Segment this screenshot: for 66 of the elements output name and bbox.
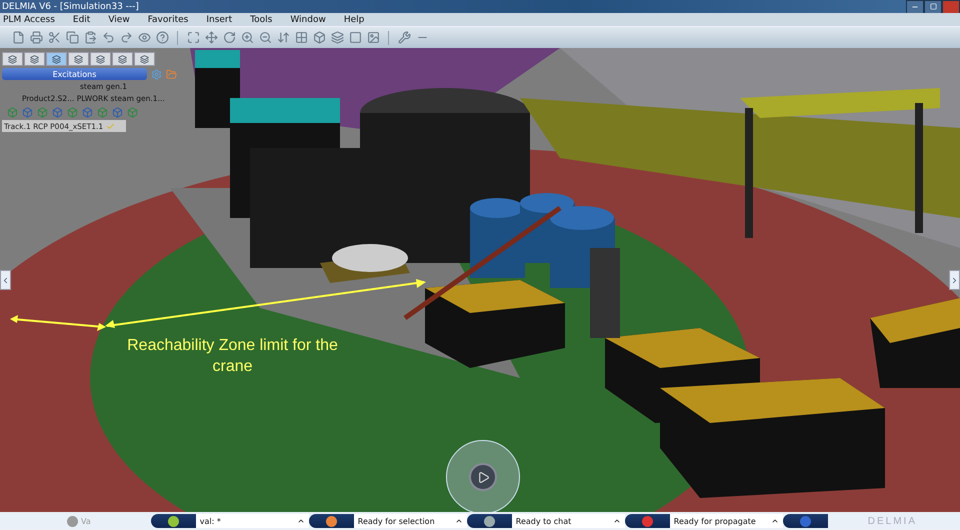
status-text: Va [81,516,91,526]
wrench-icon[interactable] [396,30,412,46]
menu-item[interactable]: PLM Access [3,14,55,24]
layers-icon[interactable] [329,30,345,46]
annotation-label: Reachability Zone limit for the crane [126,336,339,377]
printer-icon[interactable] [28,30,44,46]
panel-tab[interactable] [112,52,133,66]
window-title: DELMIA V6 - [Simulation33 ---] [2,2,139,12]
layers-icon [96,54,105,64]
panel-tab[interactable] [46,52,67,66]
panel-tab[interactable] [90,52,111,66]
status-field[interactable]: Ready to chat [512,514,625,528]
caret-icon [770,517,779,525]
copy-icon[interactable] [64,30,80,46]
layers-icon [74,54,83,64]
layers-icon [118,54,127,64]
status-field[interactable]: Ready for selection [354,514,467,528]
layers-icon [8,54,17,64]
zoom-in-icon[interactable] [239,30,255,46]
menu-item[interactable]: Window [290,14,326,24]
panel-tab[interactable] [134,52,155,66]
status-pill[interactable] [150,514,196,528]
status-field[interactable]: val: * [196,514,309,528]
menu-item[interactable]: View [108,14,130,24]
panel-tab[interactable] [2,52,23,66]
layers-icon [140,54,149,64]
chevron-right-icon [950,276,959,284]
menu-item[interactable]: Favorites [148,14,188,24]
brand-logo: DELMIA [868,516,917,526]
panel-header[interactable]: Excitations [2,68,147,80]
status-pill[interactable] [782,514,828,528]
status-pill[interactable] [466,514,512,528]
help-icon[interactable] [154,30,170,46]
restore-button[interactable] [924,0,942,14]
arrows-icon[interactable] [275,30,291,46]
square-icon[interactable] [347,30,363,46]
layers-icon [30,54,39,64]
status-pill[interactable] [308,514,354,528]
menu-item[interactable]: Tools [250,14,272,24]
check-icon [106,122,116,130]
panel-tab[interactable] [68,52,89,66]
grid-icon[interactable] [293,30,309,46]
image-icon[interactable] [365,30,381,46]
right-arrow-button[interactable] [949,270,960,290]
restore-icon [930,3,936,10]
fit-all-icon[interactable] [185,30,201,46]
close-button[interactable] [942,0,960,14]
minimize-button[interactable] [906,0,924,14]
status-field[interactable]: Ready for propagate [670,514,783,528]
caret-icon [612,517,621,525]
caret-icon [454,517,463,525]
menu-item[interactable]: Edit [72,14,90,24]
play-icon [476,470,490,484]
menu-item[interactable]: Help [344,14,364,24]
layers-icon [52,54,61,64]
scissors-icon[interactable] [46,30,62,46]
cube-icon[interactable] [311,30,327,46]
chevron-left-icon [1,276,10,284]
left-arrow-button[interactable] [0,270,11,290]
caret-icon [296,517,305,525]
menu-item[interactable]: Insert [206,14,232,24]
status-pill[interactable] [624,514,670,528]
zoom-out-icon[interactable] [257,30,273,46]
panel-tab[interactable] [24,52,45,66]
rotate-icon[interactable] [221,30,237,46]
pan-icon[interactable] [203,30,219,46]
